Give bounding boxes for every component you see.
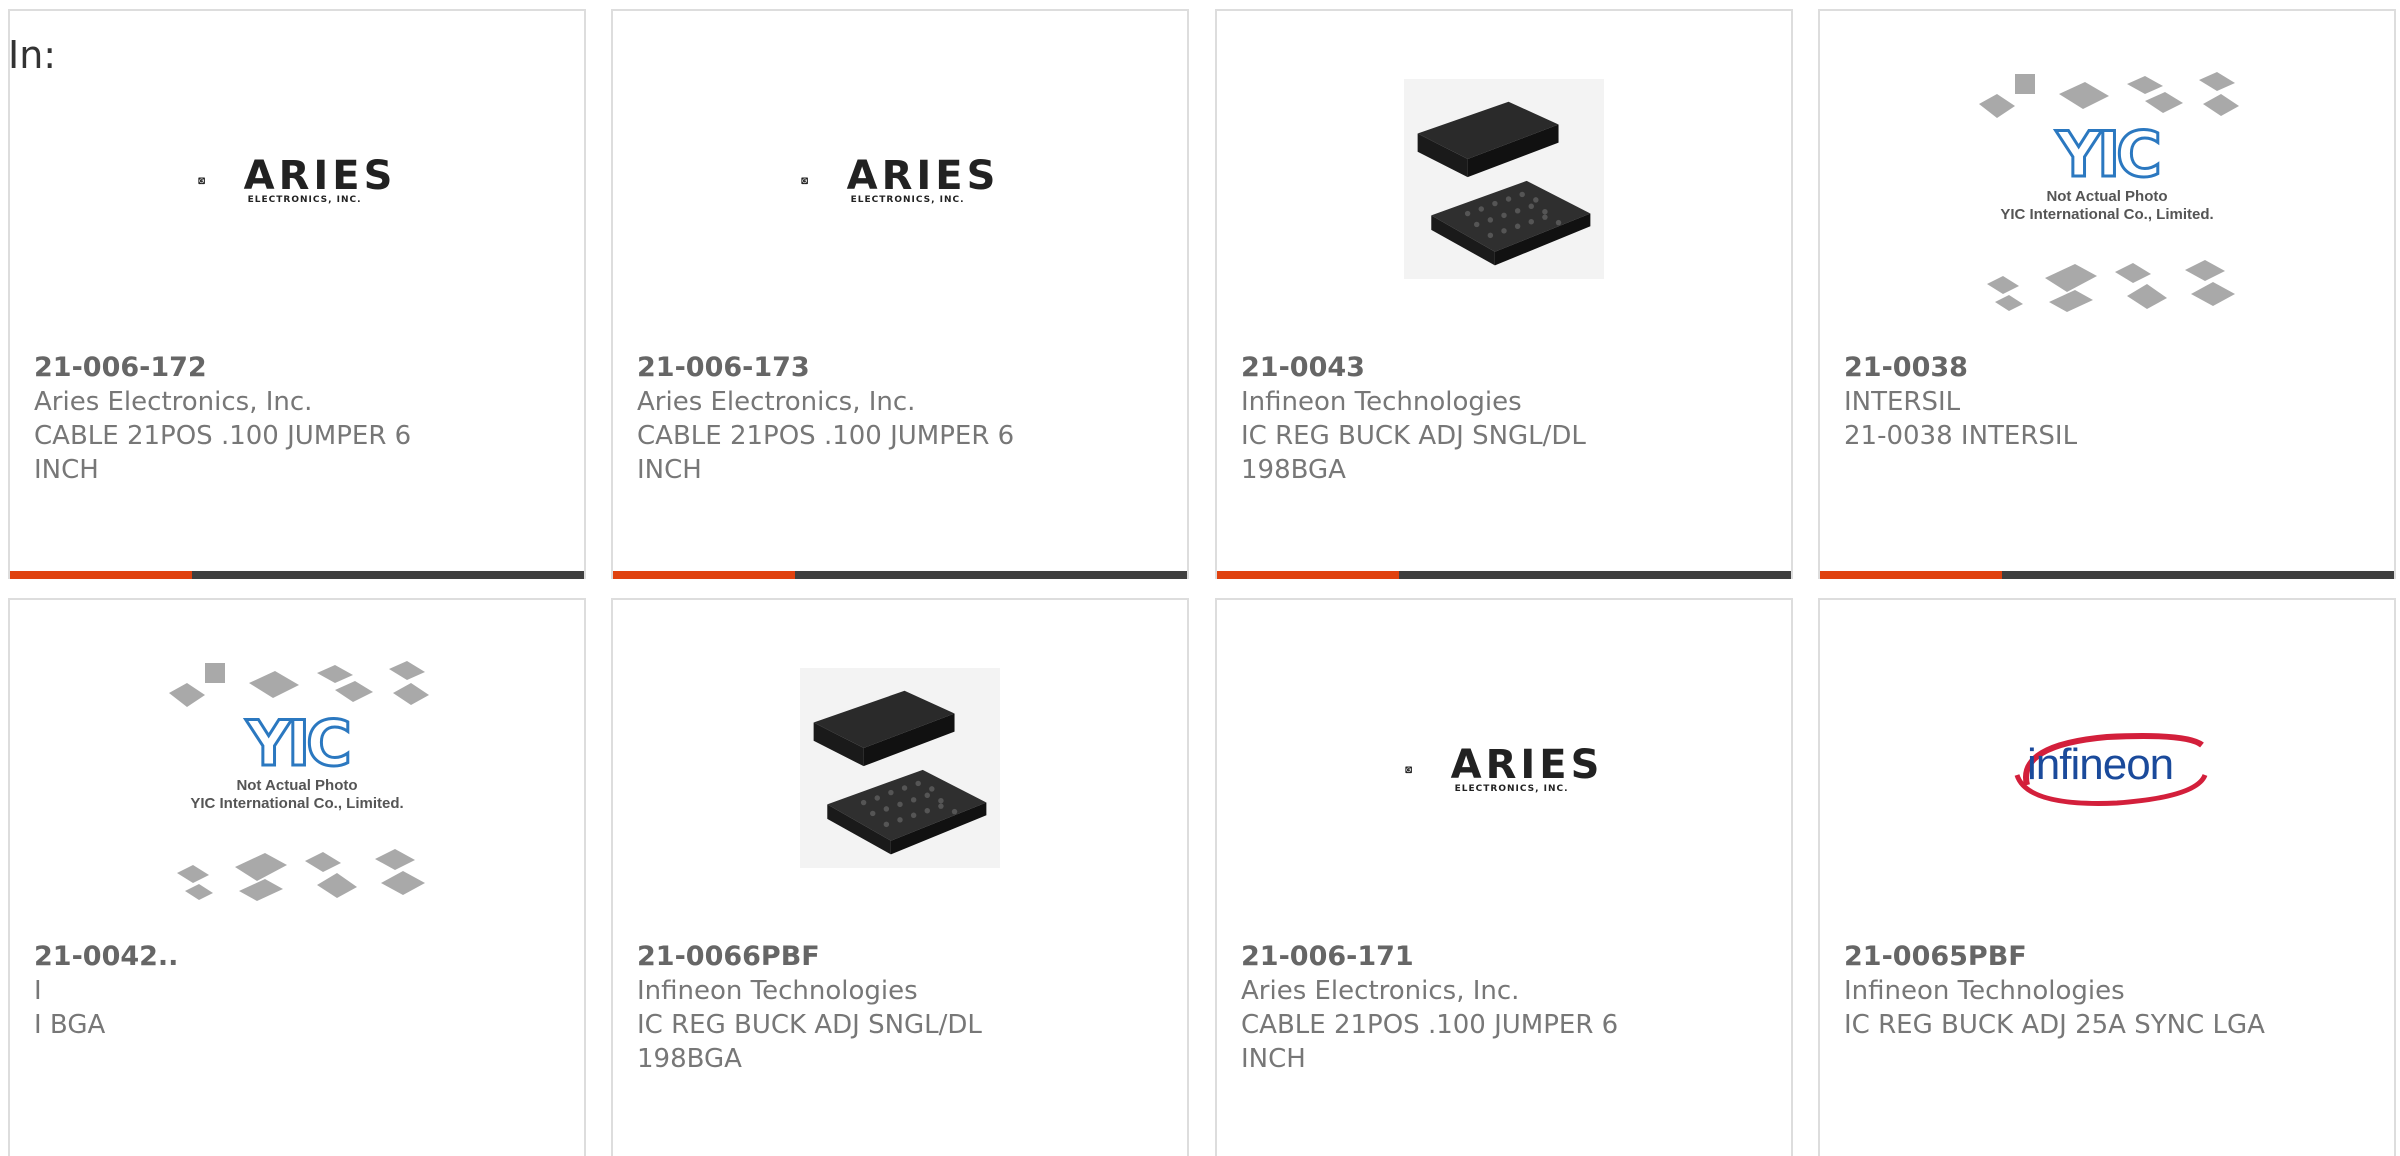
description-line: INCH [1241, 1044, 1306, 1074]
bga-chip-image [800, 668, 1000, 868]
description-line: 21-0038 INTERSIL [1844, 421, 2078, 451]
yic-mark: YIC [2055, 118, 2163, 191]
in-label: In: [8, 33, 57, 77]
product-card[interactable]: ARIES ELECTRONICS, INC. 21-006-173 Aries… [611, 9, 1189, 579]
manufacturer-name: INTERSIL [1844, 387, 1961, 417]
product-card[interactable]: 21-0066PBF Infineon Technologies IC REG … [611, 598, 1189, 1156]
part-number-link[interactable]: 21-0065PBF [1844, 940, 2370, 974]
part-number-link[interactable]: 21-006-171 [1241, 940, 1767, 974]
description-line: CABLE 21POS .100 JUMPER 6 [637, 421, 1015, 451]
description-line: 198BGA [1241, 455, 1346, 485]
product-image-slot[interactable] [1217, 31, 1791, 351]
description-line: IC REG BUCK ADJ SNGL/DL [1241, 421, 1586, 451]
bga-chip-image [1404, 79, 1604, 279]
product-card[interactable]: infineon 21-0065PBF Infineon Technologie… [1818, 598, 2396, 1156]
card-bottom-bar [10, 571, 584, 579]
product-text: 21-0066PBF Infineon Technologies IC REG … [637, 940, 1163, 1076]
product-image-slot[interactable]: ARIES ELECTRONICS, INC. [10, 31, 584, 351]
card-bottom-bar [1820, 571, 2394, 579]
aries-logo-subtext: ELECTRONICS, INC. [1454, 784, 1569, 794]
description-line: INCH [34, 455, 99, 485]
product-text: 21-0043 Infineon Technologies IC REG BUC… [1241, 351, 1767, 487]
part-number-link[interactable]: 21-0043 [1241, 351, 1767, 385]
yic-placeholder-image: YIC Not Actual Photo YIC International C… [157, 655, 437, 905]
product-image-slot[interactable]: YIC Not Actual Photo YIC International C… [1820, 31, 2394, 351]
card-bar-accent [1217, 571, 1399, 579]
description-line: INCH [637, 455, 702, 485]
card-bottom-bar [1217, 571, 1791, 579]
card-bar-rest [2002, 571, 2394, 579]
product-text: 21-006-171 Aries Electronics, Inc. CABLE… [1241, 940, 1767, 1076]
product-card[interactable]: ARIES ELECTRONICS, INC. 21-006-172 Aries… [8, 9, 586, 579]
manufacturer-name: Aries Electronics, Inc. [34, 387, 313, 417]
product-text: 21-006-172 Aries Electronics, Inc. CABLE… [34, 351, 560, 487]
card-bar-accent [1820, 571, 2002, 579]
description-line: I BGA [34, 1010, 106, 1040]
manufacturer-name: Aries Electronics, Inc. [637, 387, 916, 417]
yic-company-name: YIC International Co., Limited. [2000, 206, 2214, 223]
aries-logo: ARIES ELECTRONICS, INC. [198, 153, 397, 205]
description-line: CABLE 21POS .100 JUMPER 6 [34, 421, 412, 451]
manufacturer-name: Infineon Technologies [637, 976, 918, 1006]
product-image-slot[interactable]: ARIES ELECTRONICS, INC. [613, 31, 1187, 351]
yic-company-name: YIC International Co., Limited. [190, 795, 404, 812]
product-text: 21-0038 INTERSIL 21-0038 INTERSIL [1844, 351, 2370, 453]
aries-logo-subtext: ELECTRONICS, INC. [247, 195, 362, 205]
product-image-slot[interactable]: ARIES ELECTRONICS, INC. [1217, 620, 1791, 940]
card-bar-accent [613, 571, 795, 579]
yic-not-actual-photo: Not Actual Photo [236, 777, 358, 794]
manufacturer-name: Infineon Technologies [1844, 976, 2125, 1006]
aries-logo-mark-icon [1405, 748, 1445, 792]
product-image-slot[interactable]: infineon [1820, 620, 2394, 940]
card-bar-accent [10, 571, 192, 579]
product-text: 21-0065PBF Infineon Technologies IC REG … [1844, 940, 2370, 1042]
product-card[interactable]: 21-0043 Infineon Technologies IC REG BUC… [1215, 9, 1793, 579]
product-text: 21-0042.. I I BGA [34, 940, 560, 1042]
aries-logo: ARIES ELECTRONICS, INC. [1405, 742, 1604, 794]
product-image-slot[interactable] [613, 620, 1187, 940]
description-line: IC REG BUCK ADJ SNGL/DL [637, 1010, 982, 1040]
infineon-logo: infineon [1997, 715, 2217, 815]
yic-placeholder-image: YIC Not Actual Photo YIC International C… [1967, 66, 2247, 316]
manufacturer-name: Infineon Technologies [1241, 387, 1522, 417]
aries-logo-text: ARIES [243, 153, 397, 199]
card-bar-rest [795, 571, 1187, 579]
description-line: IC REG BUCK ADJ 25A SYNC LGA [1844, 1010, 2265, 1040]
product-text: 21-006-173 Aries Electronics, Inc. CABLE… [637, 351, 1163, 487]
manufacturer-name: Aries Electronics, Inc. [1241, 976, 1520, 1006]
part-number-link[interactable]: 21-0066PBF [637, 940, 1163, 974]
yic-not-actual-photo: Not Actual Photo [2046, 188, 2168, 205]
part-number-link[interactable]: 21-0038 [1844, 351, 2370, 385]
manufacturer-name: I [34, 976, 42, 1006]
aries-logo-text: ARIES [846, 153, 1000, 199]
product-image-slot[interactable]: YIC Not Actual Photo YIC International C… [10, 620, 584, 940]
aries-logo-text: ARIES [1450, 742, 1604, 788]
infineon-logo-text: infineon [2027, 740, 2174, 789]
product-card[interactable]: ARIES ELECTRONICS, INC. 21-006-171 Aries… [1215, 598, 1793, 1156]
part-number-link[interactable]: 21-006-172 [34, 351, 560, 385]
description-line: CABLE 21POS .100 JUMPER 6 [1241, 1010, 1619, 1040]
aries-logo-mark-icon [198, 159, 238, 203]
card-bar-rest [1399, 571, 1791, 579]
aries-logo-mark-icon [801, 159, 841, 203]
description-line: 198BGA [637, 1044, 742, 1074]
aries-logo-subtext: ELECTRONICS, INC. [850, 195, 965, 205]
card-bar-rest [192, 571, 584, 579]
part-number-link[interactable]: 21-0042.. [34, 940, 560, 974]
part-number-link[interactable]: 21-006-173 [637, 351, 1163, 385]
product-card[interactable]: YIC Not Actual Photo YIC International C… [1818, 9, 2396, 579]
card-bottom-bar [613, 571, 1187, 579]
aries-logo: ARIES ELECTRONICS, INC. [801, 153, 1000, 205]
product-card[interactable]: YIC Not Actual Photo YIC International C… [8, 598, 586, 1156]
yic-mark: YIC [245, 707, 353, 780]
